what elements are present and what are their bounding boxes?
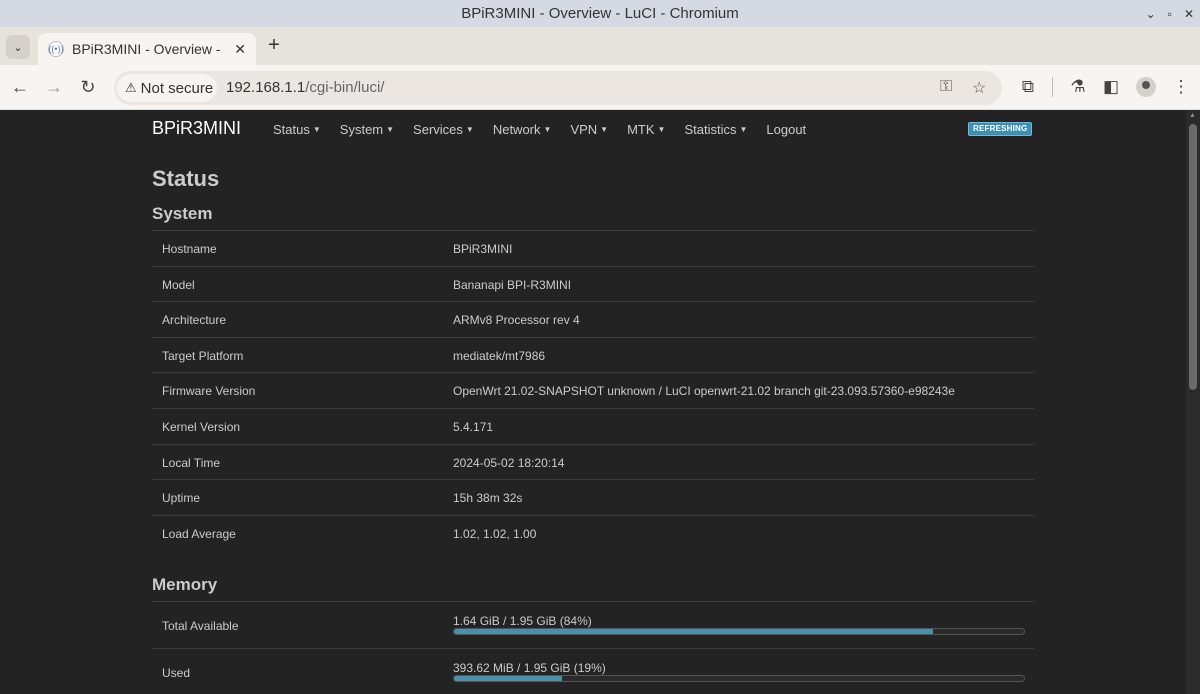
row-key: Target Platform xyxy=(162,348,244,363)
row-key: Uptime xyxy=(162,491,201,506)
page-scrollbar[interactable]: ▲ xyxy=(1186,110,1200,694)
table-row: Architecture ARMv8 Processor rev 4 xyxy=(152,301,1034,337)
scrollbar-thumb[interactable] xyxy=(1189,124,1197,390)
browser-toolbar: ← → ↻ ⚠ Not secure 192.168.1.1/cgi-bin/l… xyxy=(0,65,1200,110)
tab-strip: ⌄ ((•)) BPiR3MINI - Overview - ✕ + xyxy=(0,27,1200,65)
progress-fill xyxy=(454,629,933,634)
table-row: Hostname BPiR3MINI xyxy=(152,230,1034,266)
warning-triangle-icon: ⚠ xyxy=(125,80,137,95)
caret-down-icon: ▼ xyxy=(657,125,666,134)
scroll-up-icon[interactable]: ▲ xyxy=(1189,112,1196,119)
section-heading-memory: Memory xyxy=(152,575,218,594)
row-key: Local Time xyxy=(162,455,221,470)
main-menu: Status ▼ System ▼ Services ▼ Network ▼ VPN ▼ … xyxy=(273,122,825,137)
system-table: Hostname BPiR3MINI Model Bananapi BPI-R3MI… xyxy=(152,230,1034,550)
row-value: 2024-05-02 18:20:14 xyxy=(453,455,565,470)
close-window-icon[interactable]: ✕ xyxy=(1184,7,1194,21)
menu-item-status[interactable]: Status ▼ xyxy=(273,122,321,137)
window-controls: ⌄ ▫ ✕ xyxy=(1146,0,1194,27)
luci-brand[interactable]: BPiR3MINI xyxy=(152,118,241,139)
progress-bar xyxy=(453,675,1025,682)
table-row: Target Platform mediatek/mt7986 xyxy=(152,336,1034,373)
progress-fill xyxy=(454,676,563,681)
caret-down-icon: ▼ xyxy=(543,125,552,134)
forward-arrow-icon[interactable]: → xyxy=(42,75,66,99)
new-tab-button[interactable]: + xyxy=(264,35,284,57)
row-value: mediatek/mt7986 xyxy=(453,348,546,363)
row-value: 1.64 GiB / 1.95 GiB (84%) xyxy=(453,614,592,628)
reload-icon[interactable]: ↻ xyxy=(76,75,100,99)
password-key-icon[interactable]: ⚿ xyxy=(940,78,952,96)
labs-flask-icon[interactable]: ⚗ xyxy=(1066,75,1090,99)
row-key: Used xyxy=(162,666,191,680)
menu-item-statistics[interactable]: Statistics ▼ xyxy=(684,122,747,137)
row-value: 393.62 MiB / 1.95 GiB (19%) xyxy=(453,661,606,675)
tab-active[interactable]: ((•)) BPiR3MINI - Overview - ✕ xyxy=(38,33,256,65)
tab-close-icon[interactable]: ✕ xyxy=(234,41,246,58)
address-bar[interactable]: ⚠ Not secure 192.168.1.1/cgi-bin/luci/ ⚿… xyxy=(114,71,1002,105)
row-value: BPiR3MINI xyxy=(453,242,513,256)
menu-item-network[interactable]: Network ▼ xyxy=(493,122,552,137)
bookmark-star-icon[interactable]: ☆ xyxy=(972,78,986,98)
page-title: Status xyxy=(152,166,220,191)
memory-table: Total Available 1.64 GiB / 1.95 GiB (84%… xyxy=(152,601,1034,694)
luci-favicon-icon: ((•)) xyxy=(48,41,64,57)
profile-avatar-icon[interactable] xyxy=(1136,77,1156,97)
row-key: Load Average xyxy=(162,526,236,541)
tab-title: BPiR3MINI - Overview - xyxy=(72,41,221,57)
row-key: Hostname xyxy=(162,242,217,256)
row-value: 15h 38m 32s xyxy=(453,491,523,506)
row-key: Total Available xyxy=(162,619,239,633)
menu-item-services[interactable]: Services ▼ xyxy=(413,122,474,137)
url-text[interactable]: 192.168.1.1/cgi-bin/luci/ xyxy=(226,71,384,105)
section-heading-system: System xyxy=(152,204,213,223)
minimize-icon[interactable]: ⌄ xyxy=(1146,7,1156,21)
row-key: Model xyxy=(162,277,195,292)
row-key: Architecture xyxy=(162,313,227,328)
table-row: Local Time 2024-05-02 18:20:14 xyxy=(152,443,1034,480)
window-title-bar: BPiR3MINI - Overview - LuCI - Chromium xyxy=(0,0,1200,27)
menu-item-vpn[interactable]: VPN ▼ xyxy=(570,122,608,137)
site-info-chip[interactable]: ⚠ Not secure xyxy=(117,74,217,102)
maximize-icon[interactable]: ▫ xyxy=(1168,7,1172,21)
caret-down-icon: ▼ xyxy=(386,125,395,134)
security-label: Not secure xyxy=(140,79,214,97)
progress-bar xyxy=(453,628,1025,635)
toolbar-separator xyxy=(1052,77,1053,97)
table-row: Firmware Version OpenWrt 21.02-SNAPSHOT u… xyxy=(152,372,1034,408)
refreshing-badge[interactable]: REFRESHING xyxy=(968,122,1033,136)
back-arrow-icon[interactable]: ← xyxy=(8,75,32,99)
row-key: Firmware Version xyxy=(162,384,256,399)
row-value: Bananapi BPI-R3MINI xyxy=(453,277,572,292)
table-row: Load Average 1.02, 1.02, 1.00 xyxy=(152,514,1034,551)
row-value: 5.4.171 xyxy=(453,419,494,434)
row-value: 1.02, 1.02, 1.00 xyxy=(453,526,537,541)
row-key: Kernel Version xyxy=(162,419,241,434)
side-panel-icon[interactable]: ◧ xyxy=(1099,75,1123,99)
chevron-down-icon: ⌄ xyxy=(13,41,23,54)
menu-item-mtk[interactable]: MTK ▼ xyxy=(627,122,665,137)
table-row: Used 393.62 MiB / 1.95 GiB (19%) xyxy=(152,648,1034,694)
menu-kebab-icon[interactable]: ⋮ xyxy=(1169,75,1193,99)
caret-down-icon: ▼ xyxy=(600,125,609,134)
table-row: Total Available 1.64 GiB / 1.95 GiB (84%… xyxy=(152,601,1034,648)
caret-down-icon: ▼ xyxy=(312,125,321,134)
table-row: Kernel Version 5.4.171 xyxy=(152,407,1034,444)
url-host: 192.168.1.1 xyxy=(226,79,306,96)
caret-down-icon: ▼ xyxy=(739,125,748,134)
extensions-puzzle-icon[interactable]: ⧉ xyxy=(1016,75,1040,99)
url-path: /cgi-bin/luci/ xyxy=(305,79,385,96)
caret-down-icon: ▼ xyxy=(465,125,474,134)
table-row: Uptime 15h 38m 32s xyxy=(152,479,1034,515)
table-row: Model Bananapi BPI-R3MINI xyxy=(152,265,1034,302)
tab-search-button[interactable]: ⌄ xyxy=(6,35,30,59)
row-value: ARMv8 Processor rev 4 xyxy=(453,313,580,328)
menu-item-system[interactable]: System ▼ xyxy=(340,122,394,137)
menu-item-logout[interactable]: Logout xyxy=(766,122,806,137)
row-value: OpenWrt 21.02-SNAPSHOT unknown / LuCI op… xyxy=(453,384,955,399)
page-viewport: BPiR3MINI Status ▼ System ▼ Services ▼ Netw… xyxy=(0,110,1186,694)
window-title: BPiR3MINI - Overview - LuCI - Chromium xyxy=(461,5,739,22)
